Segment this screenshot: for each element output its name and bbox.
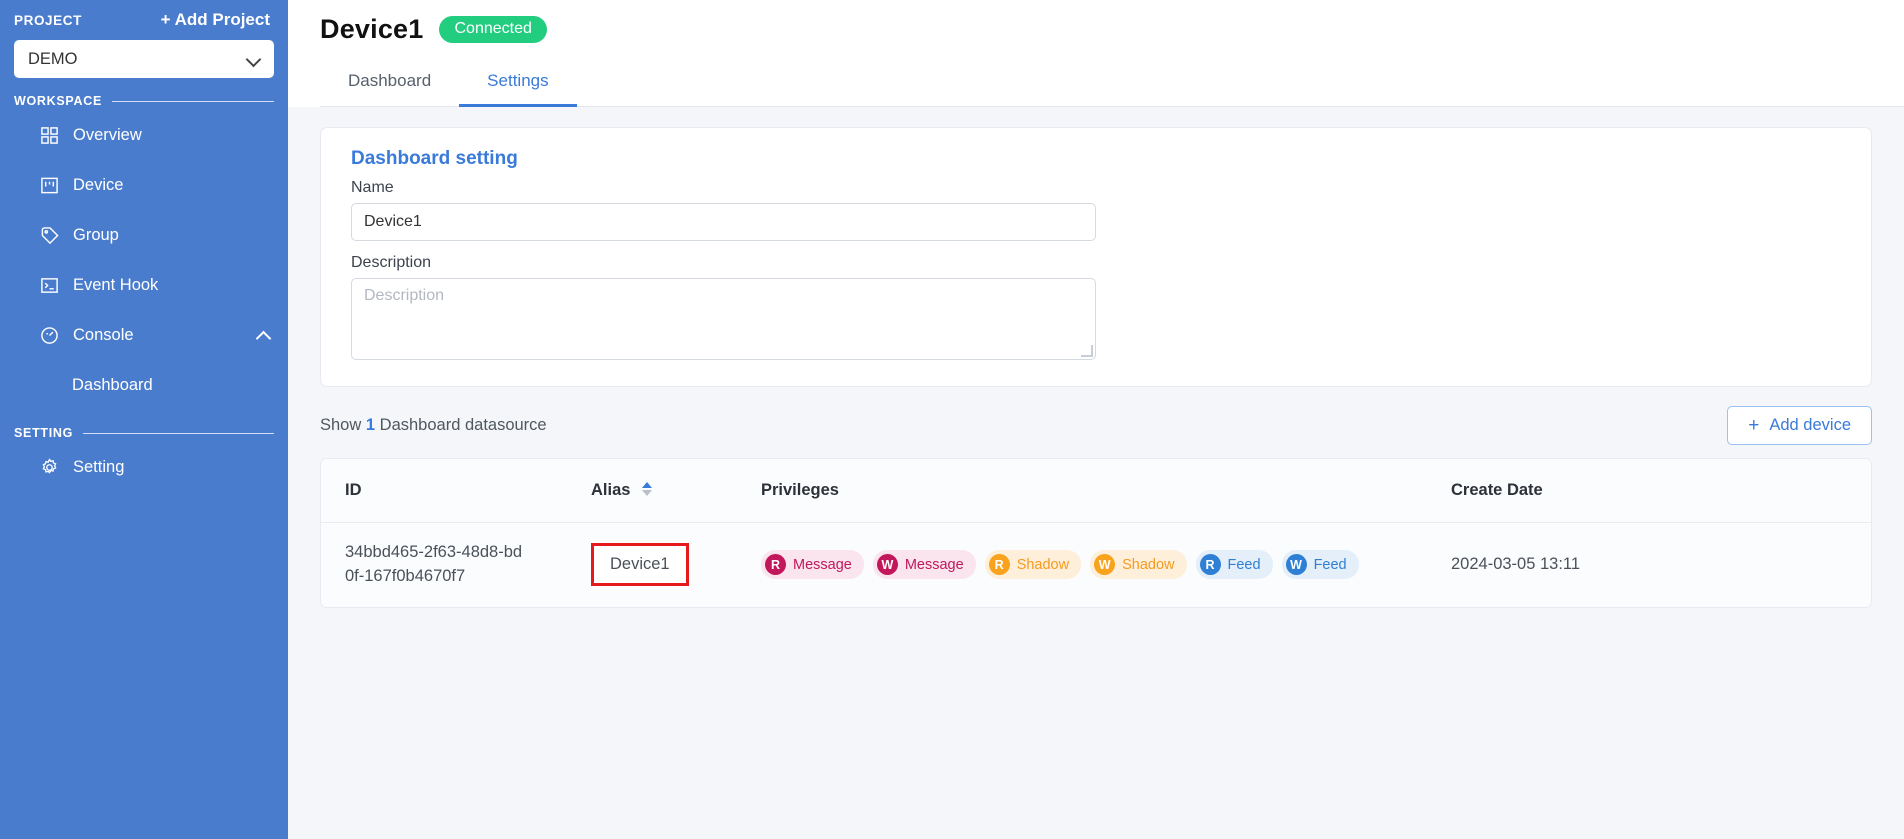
grid-icon xyxy=(40,126,59,145)
sidebar-subitem-dashboard[interactable]: Dashboard xyxy=(0,360,288,410)
privilege-list: R Message W Message R Shadow W Shadow R … xyxy=(761,550,1451,580)
add-device-label: Add device xyxy=(1769,416,1851,434)
sidebar-item-label: Setting xyxy=(73,457,125,476)
privilege-mode: R xyxy=(1199,554,1221,576)
show-suffix: Dashboard datasource xyxy=(379,416,547,434)
plus-icon: + xyxy=(1748,415,1760,436)
workspace-section-header: WORKSPACE xyxy=(0,78,288,110)
tab-settings[interactable]: Settings xyxy=(459,61,577,107)
device-icon xyxy=(40,176,59,195)
sidebar-item-event-hook[interactable]: Event Hook xyxy=(0,260,288,310)
page-header: Device1 Connected Dashboard Settings xyxy=(288,0,1904,107)
description-placeholder: Description xyxy=(364,287,445,304)
alias-highlight-box[interactable]: Device1 xyxy=(591,543,689,587)
show-prefix: Show xyxy=(320,416,362,434)
description-textarea[interactable]: Description xyxy=(351,278,1096,360)
sidebar-item-label: Overview xyxy=(73,125,142,144)
project-select[interactable]: DEMO xyxy=(14,40,274,78)
tab-bar: Dashboard Settings xyxy=(320,61,1904,107)
table: ID Alias Privileges Create Date 34bbd465… xyxy=(321,459,1871,607)
table-header-row: ID Alias Privileges Create Date xyxy=(321,459,1871,523)
privilege-name: Message xyxy=(793,556,852,573)
sidebar-item-overview[interactable]: Overview xyxy=(0,110,288,160)
sort-icon[interactable] xyxy=(642,482,653,496)
privilege-name: Message xyxy=(904,556,964,573)
table-head: ID Alias Privileges Create Date xyxy=(321,459,1871,523)
datasource-toolbar: Show 1 Dashboard datasource + Add device xyxy=(320,406,1872,445)
gauge-icon xyxy=(40,326,59,345)
setting-label: SETTING xyxy=(14,426,74,440)
add-device-button[interactable]: + Add device xyxy=(1727,406,1872,445)
chevron-down-icon xyxy=(247,53,260,66)
sidebar-item-label: Device xyxy=(73,175,124,194)
page-title: Device1 xyxy=(320,14,424,44)
sidebar-item-label: Console xyxy=(73,325,134,344)
column-header-alias-label: Alias xyxy=(591,481,631,499)
privilege-badge-feed-read: R Feed xyxy=(1195,550,1273,580)
dashboard-setting-card: Dashboard setting Name Device1 Descripti… xyxy=(320,127,1872,387)
project-select-value: DEMO xyxy=(28,49,78,68)
column-header-id: ID xyxy=(321,459,591,523)
privilege-mode: W xyxy=(1285,554,1307,576)
divider xyxy=(83,432,274,434)
settings-panel: Dashboard setting Name Device1 Descripti… xyxy=(288,107,1904,839)
name-input[interactable]: Device1 xyxy=(351,203,1096,241)
table-body: 34bbd465-2f63-48d8-bd0f-167f0b4670f7 Dev… xyxy=(321,522,1871,607)
sidebar-item-label: Event Hook xyxy=(73,275,159,294)
status-badge: Connected xyxy=(439,16,547,43)
sidebar-item-group[interactable]: Group xyxy=(0,210,288,260)
sidebar-item-device[interactable]: Device xyxy=(0,160,288,210)
sidebar-item-setting[interactable]: Setting xyxy=(0,442,288,492)
project-select-wrap: DEMO xyxy=(0,34,288,78)
card-title: Dashboard setting xyxy=(351,148,518,169)
datasource-count-text: Show 1 Dashboard datasource xyxy=(320,416,547,435)
privilege-name: Shadow xyxy=(1016,556,1070,573)
privilege-badge-feed-write: W Feed xyxy=(1281,550,1359,580)
table-row[interactable]: 34bbd465-2f63-48d8-bd0f-167f0b4670f7 Dev… xyxy=(321,522,1871,607)
privilege-mode: R xyxy=(765,554,786,576)
description-label: Description xyxy=(351,254,432,271)
privilege-badge-shadow-read: R Shadow xyxy=(984,550,1082,580)
column-header-alias[interactable]: Alias xyxy=(591,459,761,523)
privilege-mode: W xyxy=(1094,554,1116,576)
sidebar: PROJECT + Add Project DEMO WORKSPACE Ove… xyxy=(0,0,288,839)
privilege-badge-message-read: R Message xyxy=(761,550,864,580)
datasource-count: 1 xyxy=(365,416,376,434)
cell-alias: Device1 xyxy=(591,522,761,607)
cell-create-date: 2024-03-05 13:11 xyxy=(1451,522,1871,607)
privilege-name: Feed xyxy=(1313,556,1347,573)
privilege-mode: R xyxy=(988,554,1010,576)
chevron-up-icon xyxy=(257,329,270,342)
workspace-label: WORKSPACE xyxy=(14,94,103,108)
divider xyxy=(112,100,274,102)
sidebar-project-header: PROJECT + Add Project xyxy=(0,0,288,34)
privilege-badge-message-write: W Message xyxy=(872,550,976,580)
app-root: PROJECT + Add Project DEMO WORKSPACE Ove… xyxy=(0,0,1904,839)
project-label: PROJECT xyxy=(14,12,82,28)
cell-privileges: R Message W Message R Shadow W Shadow R … xyxy=(761,522,1451,607)
name-label: Name xyxy=(351,179,394,196)
main-content: Device1 Connected Dashboard Settings Das… xyxy=(288,0,1904,839)
column-header-privileges: Privileges xyxy=(761,459,1451,523)
privilege-name: Feed xyxy=(1227,556,1261,573)
sidebar-item-console[interactable]: Console xyxy=(0,310,288,360)
tab-dashboard[interactable]: Dashboard xyxy=(320,61,459,107)
setting-section-header: SETTING xyxy=(0,410,288,442)
privilege-badge-shadow-write: W Shadow xyxy=(1090,550,1187,580)
sidebar-subitem-label: Dashboard xyxy=(72,375,153,394)
add-project-button[interactable]: + Add Project xyxy=(161,10,270,30)
gear-icon xyxy=(40,457,59,477)
datasource-table: ID Alias Privileges Create Date 34bbd465… xyxy=(320,458,1872,608)
cell-id: 34bbd465-2f63-48d8-bd0f-167f0b4670f7 xyxy=(321,522,591,607)
terminal-icon xyxy=(40,276,59,295)
cell-id-text: 34bbd465-2f63-48d8-bd0f-167f0b4670f7 xyxy=(345,543,523,585)
column-header-create-date: Create Date xyxy=(1451,459,1871,523)
sidebar-item-label: Group xyxy=(73,225,119,244)
privilege-name: Shadow xyxy=(1122,556,1175,573)
privilege-mode: W xyxy=(876,554,898,576)
name-input-value: Device1 xyxy=(364,213,422,230)
page-title-row: Device1 Connected xyxy=(320,14,1904,45)
tag-icon xyxy=(40,226,59,245)
